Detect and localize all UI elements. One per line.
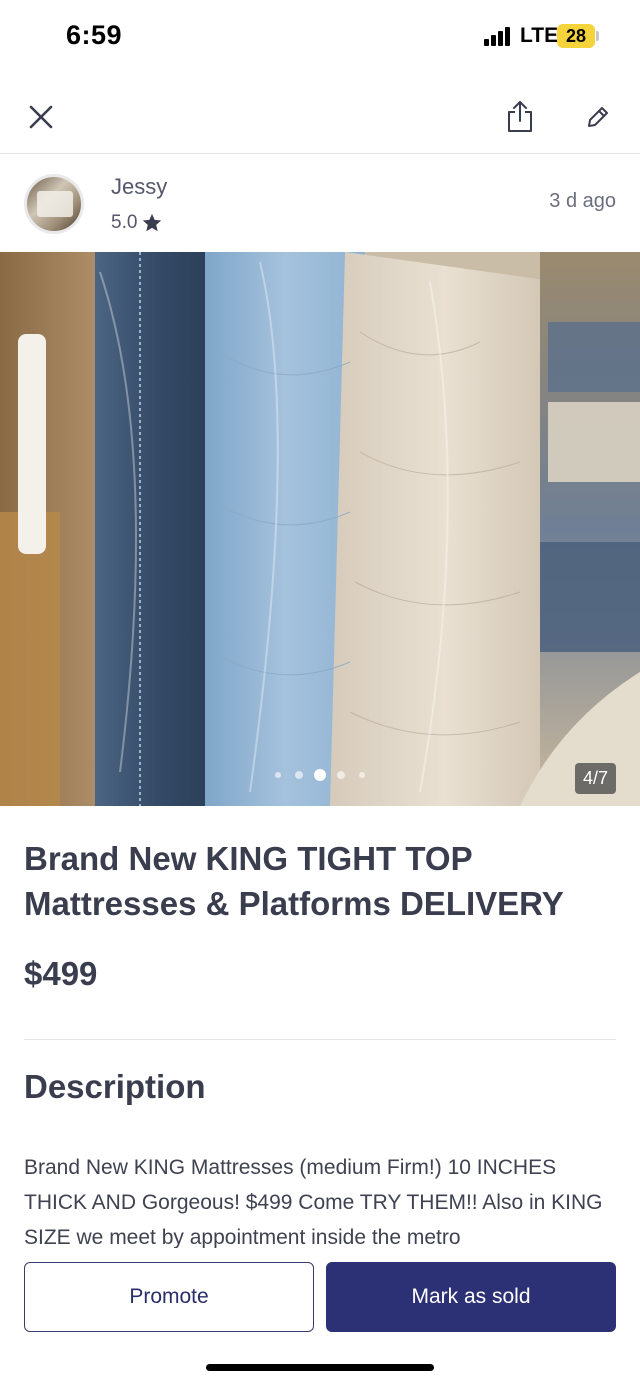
seller-row[interactable]: Jessy 5.0 3 d ago (0, 156, 640, 252)
seller-name[interactable]: Jessy (111, 174, 167, 200)
description-body: Brand New KING Mattresses (medium Firm!)… (24, 1156, 603, 1248)
top-nav (0, 80, 640, 154)
pencil-icon (588, 107, 608, 127)
divider (24, 1039, 616, 1040)
close-button[interactable] (18, 94, 64, 140)
share-button[interactable] (497, 94, 543, 140)
mark-as-sold-button[interactable]: Mark as sold (326, 1262, 616, 1332)
home-indicator[interactable] (206, 1364, 434, 1371)
carousel-dots (0, 768, 640, 782)
mattress-photo (0, 252, 640, 806)
listing-price: $499 (24, 955, 98, 992)
carousel-dot (295, 771, 303, 779)
listing-title: Brand New KING TIGHT TOP Mattresses & Pl… (24, 840, 564, 922)
battery-icon: 28 (557, 24, 595, 48)
status-time: 6:59 (66, 20, 123, 50)
seller-rating: 5.0 (111, 212, 163, 234)
carousel-dot (275, 772, 281, 778)
rating-value: 5.0 (111, 212, 138, 233)
close-icon (29, 105, 53, 129)
edit-button[interactable] (575, 94, 621, 140)
description-heading: Description (24, 1068, 206, 1105)
carousel-dot-active (314, 769, 326, 781)
star-icon (143, 213, 162, 232)
listing-photo[interactable]: 4/7 (0, 252, 640, 806)
bottom-action-bar: Promote Mark as sold (0, 1248, 640, 1384)
share-icon (508, 101, 532, 132)
avatar[interactable] (24, 174, 84, 234)
carousel-dot (359, 772, 365, 778)
network-label: LTE (520, 24, 559, 47)
status-bar: 6:59 LTE 28 (0, 0, 640, 72)
carousel-dot (337, 771, 345, 779)
signal-icon (484, 26, 514, 46)
promote-button[interactable]: Promote (24, 1262, 314, 1332)
photo-counter: 4/7 (575, 763, 616, 794)
posted-time: 3 d ago (549, 190, 616, 212)
battery-tip (596, 31, 599, 41)
